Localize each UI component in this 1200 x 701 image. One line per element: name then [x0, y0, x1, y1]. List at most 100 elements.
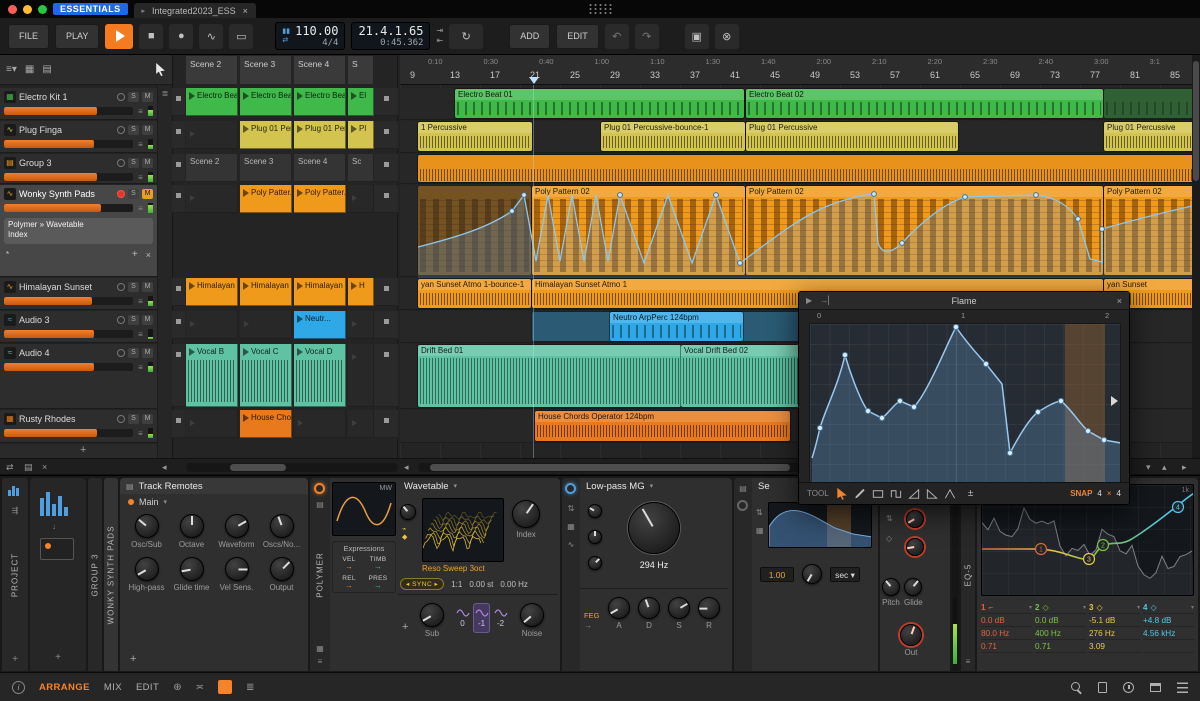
band-gain-value[interactable]: +4.8 dB — [1143, 614, 1194, 627]
clip-stop-button[interactable] — [172, 88, 185, 116]
expression-rel[interactable]: REL → — [335, 575, 363, 590]
arranger-clip[interactable]: Plug 01 Percussive — [1104, 122, 1192, 151]
arranger-clip[interactable]: Plug 01 Percussive-bounce-1 — [601, 122, 745, 151]
scene-header[interactable]: S — [348, 56, 374, 84]
clip-stop-button[interactable] — [172, 311, 185, 339]
feg-label[interactable]: FEG — [584, 611, 599, 620]
group-scene-cell[interactable]: Scene 4 — [294, 154, 346, 182]
song-time[interactable]: 0:45.362 — [358, 38, 423, 48]
launcher-clip[interactable]: Electro Bea... — [294, 88, 346, 116]
remote-knob-output[interactable] — [269, 557, 294, 581]
launcher-clip[interactable]: Himalayan ... — [186, 278, 238, 306]
snap-value-b[interactable]: 4 — [1117, 489, 1121, 498]
track-header[interactable]: ▦ Electro Kit 1 S M ≡ — [0, 88, 157, 120]
mod-rate-knob[interactable] — [802, 564, 822, 584]
clear-icon[interactable]: × — [42, 462, 47, 472]
follow-playback-icon[interactable]: ⊕ — [173, 682, 181, 693]
arranger-clip[interactable]: Plug 01 Percussive — [746, 122, 958, 151]
menu-icon[interactable]: ≡ — [310, 657, 330, 666]
menu-icon[interactable]: ≡▾ — [6, 64, 17, 75]
fx-knob-glide[interactable] — [904, 578, 923, 596]
clip-stop-button[interactable] — [172, 278, 185, 306]
track-header[interactable]: ▦ Rusty Rhodes S M ≡ — [0, 410, 157, 443]
mixer-strip-icon[interactable]: ≣ — [246, 682, 254, 693]
arranger-clip[interactable]: Electro Beat 02 — [746, 89, 1103, 118]
launcher-clip[interactable]: Plug 01 Per... — [294, 121, 346, 149]
band-gain-value[interactable]: 0.0 dB — [981, 614, 1032, 627]
view-button-mix[interactable]: MIX — [104, 682, 122, 693]
arranger-clip[interactable]: Electro Beat 01 — [455, 89, 744, 118]
arranger-clip[interactable]: Poly Pattern 02 — [1104, 186, 1192, 275]
mute-button[interactable]: M — [142, 92, 153, 102]
band-gain-value[interactable]: 0.0 dB — [1035, 614, 1086, 627]
trigger-mode-icon[interactable]: ▶ — [806, 296, 812, 305]
package-icon[interactable] — [1150, 682, 1161, 692]
track-strip[interactable]: WONKY SYNTH PADS — [104, 478, 118, 671]
device-chip[interactable]: Polymer » Wavetable Index — [4, 218, 153, 244]
arranger-clip[interactable] — [418, 155, 1192, 182]
record-button[interactable]: ● — [169, 23, 194, 49]
info-icon[interactable]: i — [12, 680, 25, 694]
scroll-left-icon[interactable]: ◂ — [162, 462, 167, 473]
volume-fader[interactable] — [4, 429, 133, 437]
wavetable-display[interactable] — [422, 498, 504, 562]
eq-band-4[interactable]: 4 ◇ ▾ +4.8 dB 4.56 kHz — [1143, 602, 1194, 653]
project-panel-strip[interactable]: ⇶ PROJECT + — [2, 478, 28, 671]
solo-button[interactable]: S — [128, 189, 139, 199]
eq-side-strip[interactable]: EQ-5 ≡ — [961, 478, 975, 671]
launcher-clip[interactable]: Neutr... — [294, 311, 346, 339]
delete-icon[interactable]: ⊗ — [714, 23, 739, 49]
track-header[interactable]: ≈ Audio 4 S M ≡ — [0, 344, 157, 409]
band-gain-value[interactable]: -5.1 dB — [1089, 614, 1140, 627]
tempo-value[interactable]: 110.00 — [295, 24, 338, 38]
track-menu-icon[interactable]: ≡ — [136, 107, 145, 116]
mute-button[interactable]: M — [142, 125, 153, 135]
mute-button[interactable]: M — [142, 189, 153, 199]
arranger-clip[interactable]: Neutro ArpPerc 124bpm — [610, 312, 743, 341]
volume-fader[interactable] — [4, 107, 133, 115]
zoom-in-icon[interactable]: ▴ — [1162, 462, 1167, 473]
add-device-icon[interactable]: + — [30, 652, 86, 663]
arranger-clip[interactable] — [418, 186, 531, 275]
launcher-clip[interactable]: Poly Patter... — [240, 185, 292, 213]
duplicate-icon[interactable]: ▣ — [684, 23, 709, 49]
mod-amount-value[interactable]: 1.00 — [760, 566, 794, 582]
add-button[interactable]: ADD — [509, 23, 551, 49]
wavetable-preset-name[interactable]: Reso Sweep 3oct — [422, 564, 485, 573]
sub-knob[interactable] — [420, 603, 444, 627]
track-menu-icon[interactable]: ≡ — [136, 140, 145, 149]
arranger-clip[interactable]: Poly Pattern 02 — [532, 186, 745, 275]
polymer-side-strip[interactable]: ▤ POLYMER ▦ ≡ — [310, 478, 330, 671]
filter-title[interactable]: Low-pass MG — [586, 481, 645, 492]
eq-band-1[interactable]: 1 ⌐ ▾ 0.0 dB 80.0 Hz 0.71 — [981, 602, 1032, 653]
launcher-clip[interactable]: Plug 01 Per... — [240, 121, 292, 149]
project-tab[interactable]: ▸ Integrated2023_ESS × — [133, 3, 256, 18]
solo-button[interactable]: S — [128, 315, 139, 325]
clip-stop-button[interactable] — [172, 154, 185, 182]
band-freq-value[interactable]: 400 Hz — [1035, 627, 1086, 640]
envelope-knob-s[interactable] — [668, 597, 690, 619]
empty-clip-slot[interactable] — [294, 410, 346, 438]
empty-clip-slot[interactable] — [348, 410, 374, 438]
noise-knob[interactable] — [520, 603, 544, 627]
octave-option--1[interactable]: -1 — [473, 603, 490, 633]
envelope-knob-a[interactable] — [608, 597, 630, 619]
track-menu-icon[interactable]: ≡ — [136, 330, 145, 339]
close-tab-icon[interactable]: × — [243, 6, 248, 16]
clip-stop-button[interactable] — [374, 121, 398, 149]
grid-view-icon[interactable]: ▦ — [25, 64, 34, 75]
record-arm-button[interactable] — [117, 415, 125, 423]
fx-send-a-knob[interactable] — [906, 510, 924, 528]
track-menu-icon[interactable]: ≡ — [136, 429, 145, 438]
minimize-window-button[interactable] — [23, 4, 32, 14]
edit-button[interactable]: EDIT — [556, 23, 599, 49]
arranger-clip[interactable]: Drift Bed 01 — [418, 345, 681, 407]
launcher-clip[interactable]: Electro Bea... — [240, 88, 292, 116]
launcher-clip[interactable]: El — [348, 88, 374, 116]
record-arm-button[interactable] — [117, 190, 125, 198]
vertical-scrollbar[interactable] — [1192, 55, 1200, 458]
timeline-ruler[interactable]: 0:10 0:30 0:40 1:00 1:10 1:30 1:40 2:00 2:10 2:20… — [400, 55, 1192, 85]
write-mode-icon[interactable]: →▏ — [820, 296, 834, 305]
empty-clip-slot[interactable] — [186, 311, 238, 339]
punch-in-icon[interactable]: ⇥ — [436, 27, 443, 35]
